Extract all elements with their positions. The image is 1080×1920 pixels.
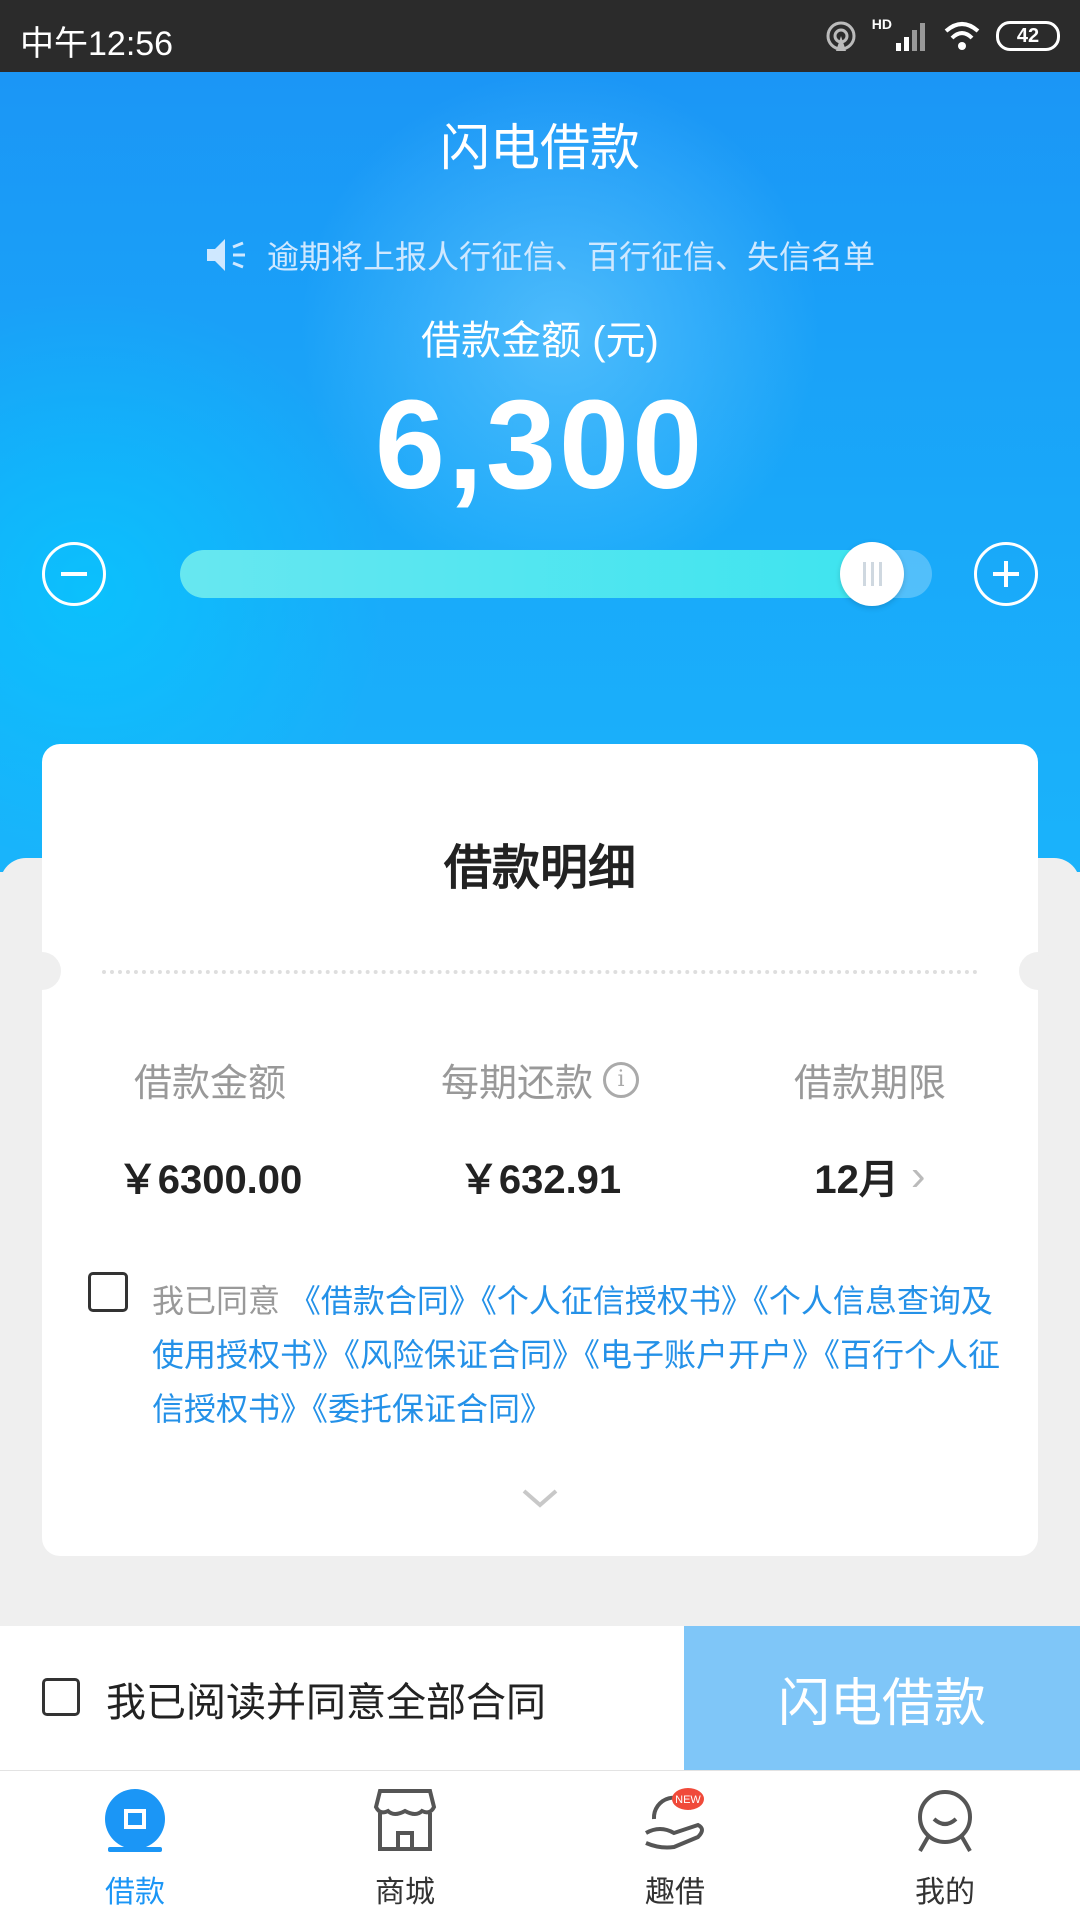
contract-agree-checkbox[interactable] xyxy=(88,1272,128,1312)
battery-icon: 42 xyxy=(996,21,1060,51)
profile-icon xyxy=(918,1790,972,1852)
decrease-amount-button[interactable] xyxy=(42,542,106,606)
tab-store-label: 商城 xyxy=(375,1876,435,1909)
cell-signal-icon xyxy=(896,23,925,51)
contract-agreement: 我已同意 《借款合同》《个人征信授权书》《个人信息查询及使用授权书》《风险保证合… xyxy=(152,1274,1012,1436)
hotspot-icon xyxy=(826,21,856,51)
loan-amount-value: ￥6300.00 xyxy=(117,1158,303,1202)
loan-term-value: 12月 xyxy=(814,1158,899,1202)
amount-slider-fill xyxy=(180,550,893,598)
amount-slider[interactable] xyxy=(180,550,932,598)
minus-icon xyxy=(61,572,87,576)
tab-loan-label: 借款 xyxy=(105,1876,165,1909)
installment-value: ￥632.91 xyxy=(458,1158,622,1202)
dotted-divider xyxy=(102,970,978,974)
tab-profile-label: 我的 xyxy=(915,1876,975,1909)
tab-fun-loan-label: 趣借 xyxy=(645,1876,705,1909)
action-bar: 我已阅读并同意全部合同 闪电借款 xyxy=(0,1626,1080,1770)
loan-amount-column: 借款金额 ￥6300.00 xyxy=(60,1052,360,1205)
ticket-notch-left xyxy=(23,952,61,990)
loan-term-selector[interactable]: 12月 › xyxy=(720,1147,1020,1205)
tab-profile[interactable]: 我的 xyxy=(810,1785,1080,1920)
agree-all-checkbox[interactable] xyxy=(42,1678,80,1716)
page-title: 闪电借款 xyxy=(440,120,640,176)
loan-term-column[interactable]: 借款期限 12月 › xyxy=(720,1052,1020,1205)
battery-level: 42 xyxy=(1016,24,1040,47)
agree-all-label[interactable]: 我已阅读并同意全部合同 xyxy=(106,1670,546,1728)
speaker-icon xyxy=(206,239,245,271)
loan-icon xyxy=(105,1789,165,1852)
installment-column: 每期还款 i ￥632.91 xyxy=(390,1052,690,1205)
tab-store[interactable]: 商城 xyxy=(270,1785,540,1920)
amount-value: 6,300 xyxy=(374,374,706,515)
submit-loan-button[interactable]: 闪电借款 xyxy=(684,1626,1080,1770)
loan-details-card: 借款明细 借款金额 ￥6300.00 每期还款 i ￥632.91 借款期限 1… xyxy=(23,744,1057,1556)
status-icons: HD 42 xyxy=(824,16,1060,56)
status-time: 中午12:56 xyxy=(20,25,174,63)
ticket-notch-right xyxy=(1019,952,1057,990)
bottom-tab-bar: 借款 商城 NEW 趣借 我的 xyxy=(0,1770,1080,1920)
info-icon[interactable]: i xyxy=(603,1061,639,1098)
tab-fun-loan[interactable]: NEW 趣借 xyxy=(540,1785,810,1920)
status-bar: 中午12:56 HD 42 xyxy=(0,0,1080,72)
card-title: 借款明细 xyxy=(443,842,636,895)
network-type-label: HD xyxy=(871,16,892,32)
new-badge: NEW xyxy=(675,1794,701,1806)
tab-loan[interactable]: 借款 xyxy=(0,1785,270,1920)
wifi-icon xyxy=(944,22,980,50)
overdue-notice: 逾期将上报人行征信、百行征信、失信名单 xyxy=(0,232,1080,278)
overdue-notice-text: 逾期将上报人行征信、百行征信、失信名单 xyxy=(266,239,875,275)
installment-label: 每期还款 xyxy=(440,1063,593,1105)
increase-amount-button[interactable] xyxy=(974,542,1038,606)
chevron-right-icon: › xyxy=(910,1151,926,1200)
agreement-prefix: 我已同意 xyxy=(152,1283,281,1319)
loan-amount-label: 借款金额 xyxy=(133,1063,286,1105)
amount-slider-handle[interactable] xyxy=(840,542,905,606)
installment-label-row: 每期还款 i xyxy=(390,1052,690,1107)
store-icon xyxy=(373,1789,437,1851)
fun-loan-icon: NEW xyxy=(645,1788,704,1850)
expand-chevron-icon[interactable] xyxy=(42,1472,1038,1522)
plus-icon xyxy=(993,561,1019,587)
loan-term-label: 借款期限 xyxy=(793,1063,946,1105)
amount-label: 借款金额 (元) xyxy=(421,319,659,363)
contract-links[interactable]: 《借款合同》《个人征信授权书》《个人信息查询及使用授权书》《风险保证合同》《电子… xyxy=(152,1283,1000,1427)
